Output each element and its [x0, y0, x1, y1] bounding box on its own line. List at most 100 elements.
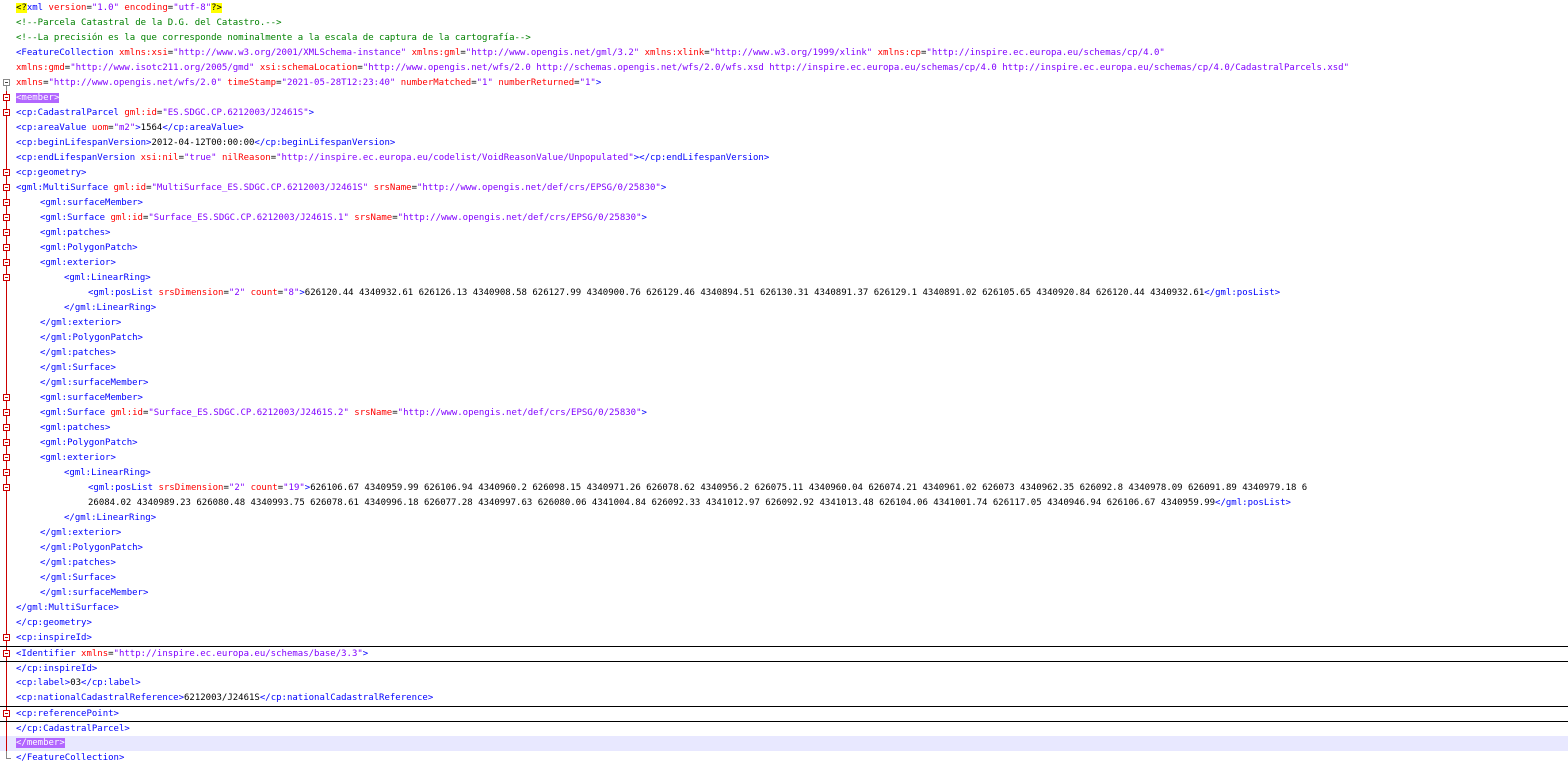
token-val: "1.0" — [91, 3, 119, 13]
code-line[interactable]: </gml:surfaceMember> — [0, 376, 1568, 391]
fold-marker[interactable] — [0, 76, 14, 91]
fold-marker[interactable] — [0, 211, 14, 226]
code-line[interactable]: <?xml version="1.0" encoding="utf-8"?> — [0, 1, 1568, 16]
token-val: "2021-05-28T12:23:40" — [281, 78, 396, 88]
fold-marker[interactable] — [0, 391, 14, 406]
code-line[interactable]: <FeatureCollection xmlns:xsi="http://www… — [0, 46, 1568, 61]
code-line[interactable]: </gml:Surface> — [0, 571, 1568, 586]
code-line[interactable]: </gml:exterior> — [0, 316, 1568, 331]
code-line[interactable]: <cp:referencePoint> — [0, 706, 1568, 722]
code-line[interactable]: <gml:patches> — [0, 421, 1568, 436]
fold-collapse-icon[interactable] — [3, 469, 10, 476]
code-line[interactable]: <cp:CadastralParcel gml:id="ES.SDGC.CP.6… — [0, 106, 1568, 121]
code-line[interactable]: <gml:PolygonPatch> — [0, 436, 1568, 451]
code-line[interactable]: <cp:endLifespanVersion xsi:nil="true" ni… — [0, 151, 1568, 166]
fold-collapse-icon[interactable] — [3, 424, 10, 431]
code-line[interactable]: <gml:LinearRing> — [0, 466, 1568, 481]
code-line[interactable]: <gml:surfaceMember> — [0, 196, 1568, 211]
code-line[interactable]: </member> — [0, 736, 1568, 751]
fold-collapse-icon[interactable] — [3, 94, 10, 101]
code-line[interactable]: <cp:areaValue uom="m2">1564</cp:areaValu… — [0, 121, 1568, 136]
xml-editor[interactable]: <?xml version="1.0" encoding="utf-8"?> <!… — [0, 0, 1568, 770]
token-br: > — [660, 183, 667, 193]
token-tag: cp:label — [91, 678, 136, 688]
token-br: > — [1274, 288, 1281, 298]
fold-marker[interactable] — [0, 481, 14, 496]
fold-marker[interactable] — [0, 271, 14, 286]
fold-expand-icon[interactable] — [3, 650, 10, 657]
fold-marker[interactable] — [0, 106, 14, 121]
code-line[interactable]: </cp:inspireId> — [0, 661, 1568, 677]
fold-collapse-icon[interactable] — [3, 274, 10, 281]
code-line[interactable]: xmlns:gmd="http://www.isotc211.org/2005/… — [0, 61, 1568, 76]
fold-marker[interactable] — [0, 226, 14, 241]
code-line[interactable]: <gml:MultiSurface gml:id="MultiSurface_E… — [0, 181, 1568, 196]
fold-collapse-icon[interactable] — [3, 109, 10, 116]
code-line[interactable]: </gml:MultiSurface> — [0, 601, 1568, 616]
fold-collapse-icon[interactable] — [3, 409, 10, 416]
fold-collapse-icon[interactable] — [3, 184, 10, 191]
code-line[interactable]: <gml:exterior> — [0, 451, 1568, 466]
code-line[interactable]: </gml:surfaceMember> — [0, 586, 1568, 601]
code-line[interactable]: xmlns="http://www.opengis.net/wfs/2.0" t… — [0, 76, 1568, 91]
code-line[interactable]: <Identifier xmlns="http://inspire.ec.eur… — [0, 646, 1568, 662]
code-line[interactable]: </cp:CadastralParcel> — [0, 721, 1568, 737]
code-line[interactable]: <gml:Surface gml:id="Surface_ES.SDGC.CP.… — [0, 211, 1568, 226]
code-line[interactable]: <gml:posList srsDimension="2" count="8">… — [0, 286, 1568, 301]
fold-collapse-icon[interactable] — [3, 244, 10, 251]
code-line[interactable]: <member> — [0, 91, 1568, 106]
code-line[interactable]: </gml:patches> — [0, 346, 1568, 361]
code-line[interactable]: <gml:LinearRing> — [0, 271, 1568, 286]
fold-collapse-icon[interactable] — [3, 634, 10, 641]
code-line[interactable]: 26084.02 4340989.23 626080.48 4340993.75… — [0, 496, 1568, 511]
code-line[interactable]: <cp:beginLifespanVersion>2012-04-12T00:0… — [0, 136, 1568, 151]
fold-marker[interactable] — [0, 241, 14, 256]
code-line[interactable]: </gml:PolygonPatch> — [0, 541, 1568, 556]
fold-marker[interactable] — [0, 436, 14, 451]
fold-expand-icon[interactable] — [3, 710, 10, 717]
fold-marker[interactable] — [0, 421, 14, 436]
code-line[interactable]: <cp:label>03</cp:label> — [0, 676, 1568, 691]
code-line[interactable]: <cp:inspireId> — [0, 631, 1568, 646]
fold-collapse-icon[interactable] — [3, 259, 10, 266]
fold-collapse-icon[interactable] — [3, 214, 10, 221]
code-line[interactable]: </gml:PolygonPatch> — [0, 331, 1568, 346]
fold-marker[interactable] — [0, 166, 14, 181]
fold-marker[interactable] — [0, 707, 14, 722]
code-line[interactable]: </cp:geometry> — [0, 616, 1568, 631]
fold-marker[interactable] — [0, 466, 14, 481]
code-line[interactable]: </FeatureCollection> — [0, 751, 1568, 766]
fold-marker[interactable] — [0, 196, 14, 211]
fold-collapse-icon[interactable] — [3, 484, 10, 491]
code-line[interactable]: </gml:Surface> — [0, 361, 1568, 376]
fold-marker[interactable] — [0, 451, 14, 466]
code-line[interactable]: </gml:patches> — [0, 556, 1568, 571]
code-line[interactable]: <gml:exterior> — [0, 256, 1568, 271]
fold-marker[interactable] — [0, 647, 14, 662]
code-line[interactable]: <gml:posList srsDimension="2" count="19"… — [0, 481, 1568, 496]
code-line[interactable]: </gml:LinearRing> — [0, 301, 1568, 316]
fold-collapse-icon[interactable] — [3, 454, 10, 461]
fold-collapse-icon[interactable] — [3, 79, 10, 86]
fold-collapse-icon[interactable] — [3, 229, 10, 236]
code-line[interactable]: </gml:exterior> — [0, 526, 1568, 541]
fold-marker[interactable] — [0, 631, 14, 646]
fold-marker[interactable] — [0, 256, 14, 271]
code-line[interactable]: <gml:surfaceMember> — [0, 391, 1568, 406]
fold-marker[interactable] — [0, 181, 14, 196]
code-line[interactable]: <gml:PolygonPatch> — [0, 241, 1568, 256]
token-tag: gml:LinearRing — [69, 468, 146, 478]
fold-collapse-icon[interactable] — [3, 394, 10, 401]
code-line[interactable]: <gml:Surface gml:id="Surface_ES.SDGC.CP.… — [0, 406, 1568, 421]
code-line[interactable]: </gml:LinearRing> — [0, 511, 1568, 526]
code-line[interactable]: <!--La precisión es la que corresponde n… — [0, 31, 1568, 46]
fold-marker[interactable] — [0, 91, 14, 106]
code-line[interactable]: <!--Parcela Catastral de la D.G. del Cat… — [0, 16, 1568, 31]
fold-collapse-icon[interactable] — [3, 169, 10, 176]
fold-marker[interactable] — [0, 406, 14, 421]
code-line[interactable]: <cp:geometry> — [0, 166, 1568, 181]
fold-collapse-icon[interactable] — [3, 439, 10, 446]
code-line[interactable]: <gml:patches> — [0, 226, 1568, 241]
fold-collapse-icon[interactable] — [3, 199, 10, 206]
code-line[interactable]: <cp:nationalCadastralReference>6212003/J… — [0, 691, 1568, 706]
